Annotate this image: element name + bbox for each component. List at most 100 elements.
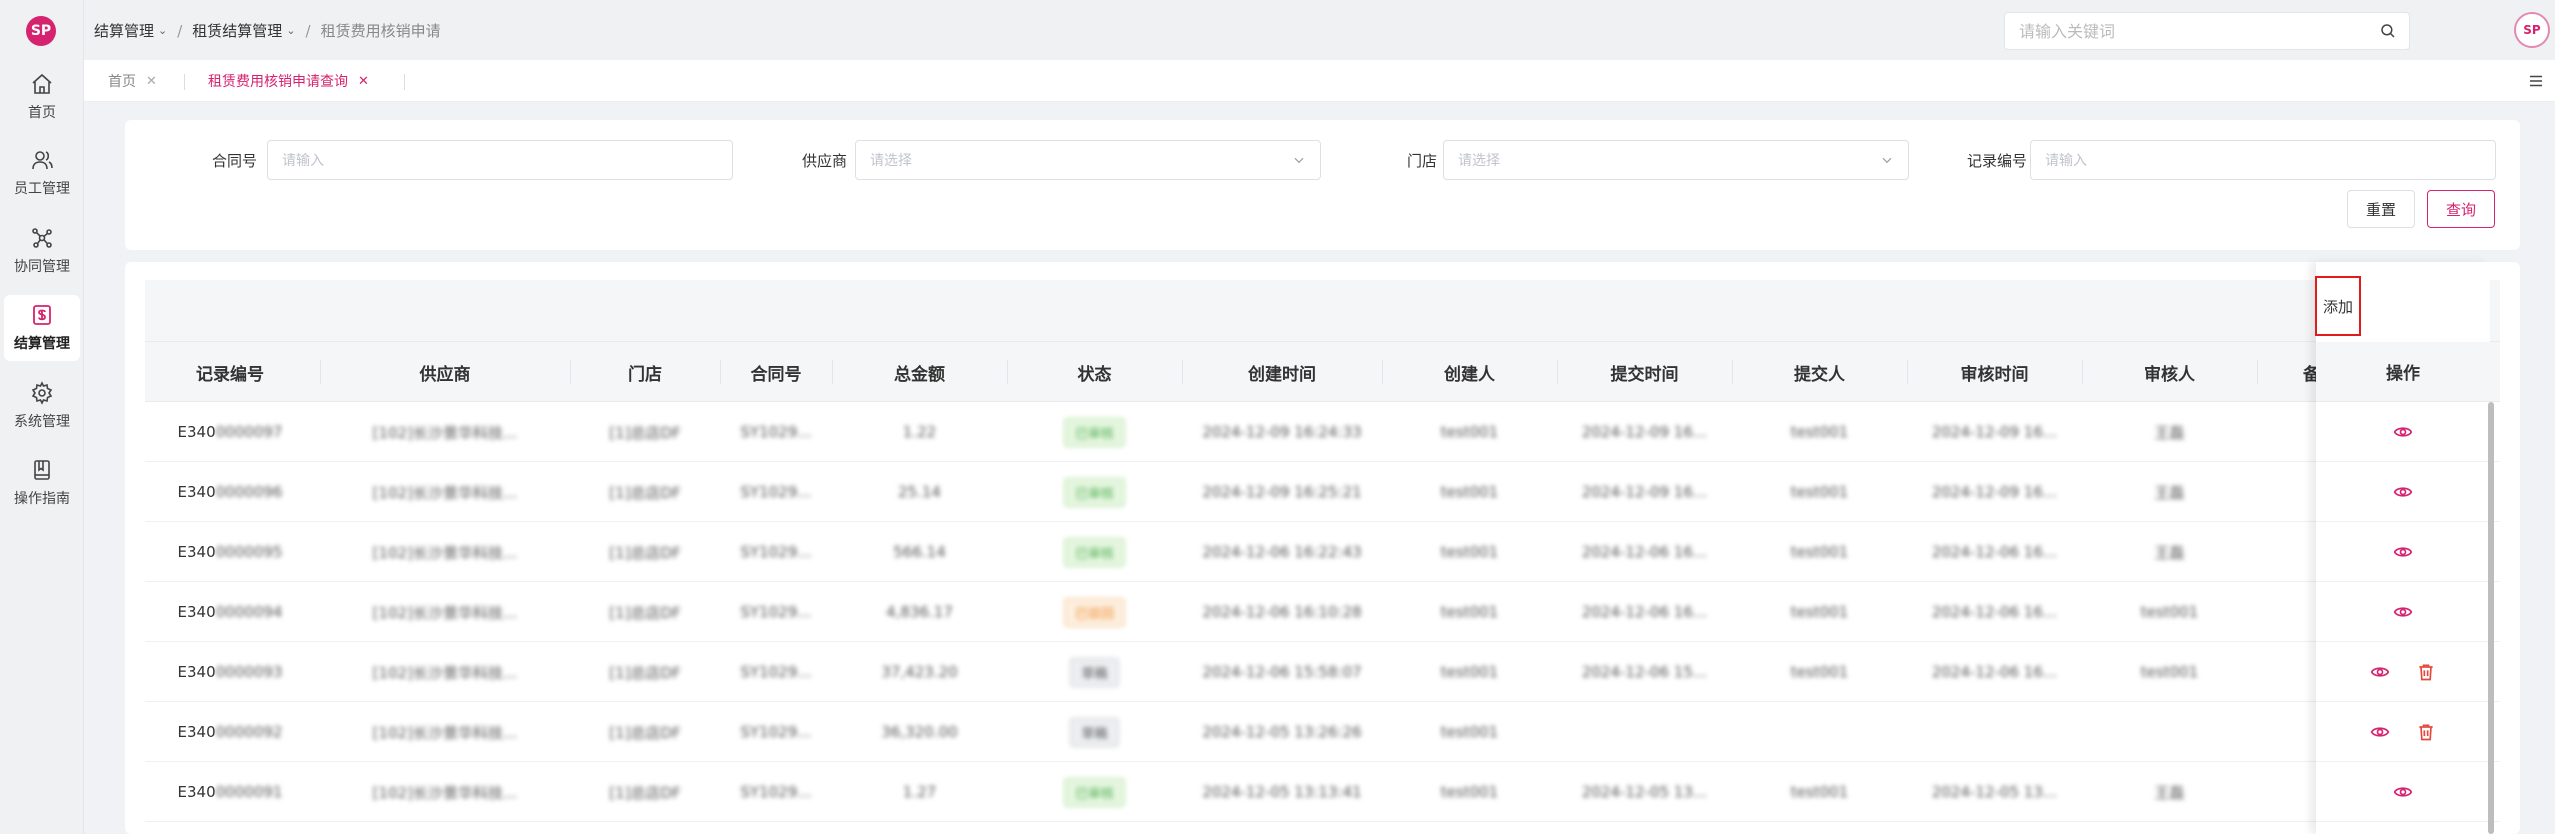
action-row (2316, 762, 2490, 822)
record-code-rest: 0000091 (215, 783, 283, 801)
cell-auditor: 王磊 (2082, 762, 2257, 822)
sidebar-item-label: 系统管理 (14, 414, 70, 430)
tab-lease-writeoff-query[interactable]: 租赁费用核销申请查询 ✕ (208, 72, 369, 91)
column-header[interactable]: 状态 (1007, 342, 1182, 402)
cell-creator-text: test001 (1440, 483, 1499, 501)
cell-created: 2024-12-05 13:26:26 (1182, 702, 1382, 762)
table-row[interactable]: E340 0000093 [102]长沙景华科技... [1]总店DF SY1029..… (145, 642, 2500, 702)
cell-contract-text: SY1029... (740, 543, 812, 561)
cell-amount: 37,423.20 (832, 642, 1007, 702)
cell-creator: test001 (1382, 582, 1557, 642)
table-card: 添加 记录编号 供应商 门店 合同号 总金额 状态 创建时间 创建人 提交时间 … (125, 262, 2520, 834)
query-button[interactable]: 查询 (2427, 190, 2495, 228)
cell-submitted-text: 2024-12-06 16... (1581, 603, 1708, 621)
cell-submitter: test001 (1732, 402, 1907, 462)
cell-submitter: test001 (1732, 582, 1907, 642)
cell-record-code: E340 0000094 (145, 582, 315, 642)
search-input[interactable] (2005, 13, 2335, 49)
chevron-down-icon: ⌄ (286, 24, 296, 37)
sidebar-item-settlement[interactable]: 结算管理 (4, 295, 80, 361)
tab-home[interactable]: 首页 ✕ (108, 72, 157, 91)
column-header[interactable]: 审核人 (2082, 342, 2257, 402)
cell-contract: SY1029... (720, 762, 832, 822)
column-header[interactable]: 审核时间 (1907, 342, 2082, 402)
cell-audited-text: 2024-12-09 16... (1931, 423, 2058, 441)
record-input[interactable]: 请输入 (2030, 140, 2496, 180)
users-icon (32, 151, 53, 170)
column-header[interactable]: 供应商 (320, 342, 570, 402)
tab-divider (184, 74, 185, 90)
search-icon[interactable] (2379, 22, 2397, 40)
tab-divider (404, 74, 405, 90)
view-icon[interactable] (2393, 422, 2413, 442)
cell-store: [1]总店DF (570, 582, 720, 642)
cell-contract: SY1029... (720, 702, 832, 762)
menu-icon[interactable] (2527, 72, 2545, 90)
breadcrumb-item[interactable]: 租赁结算管理 ⌄ (192, 20, 295, 41)
cell-creator-text: test001 (1440, 663, 1499, 681)
reset-button[interactable]: 重置 (2347, 190, 2415, 228)
view-icon[interactable] (2393, 602, 2413, 622)
close-icon[interactable]: ✕ (146, 74, 157, 89)
cell-submitted: 2024-12-06 16... (1557, 522, 1732, 582)
cell-supplier-text: [102]长沙景华科技... (372, 603, 518, 622)
view-icon[interactable] (2393, 542, 2413, 562)
vertical-scrollbar[interactable] (2488, 402, 2494, 834)
column-header[interactable]: 提交时间 (1557, 342, 1732, 402)
cell-contract: SY1029... (720, 462, 832, 522)
record-code-rest: 0000092 (215, 723, 283, 741)
cell-submitted: 2024-12-06 15... (1557, 642, 1732, 702)
sidebar-item-label: 首页 (28, 105, 56, 121)
delete-icon[interactable] (2416, 722, 2436, 742)
avatar[interactable]: SP (2514, 12, 2550, 48)
column-header[interactable]: 创建时间 (1182, 342, 1382, 402)
table-row[interactable]: E340 0000094 [102]长沙景华科技... [1]总店DF SY1029..… (145, 582, 2500, 642)
supplier-select[interactable]: 请选择 (855, 140, 1321, 180)
record-code-prefix: E340 (177, 603, 216, 621)
cell-created-text: 2024-12-09 16:24:33 (1202, 423, 1362, 441)
column-header[interactable]: 总金额 (832, 342, 1007, 402)
contract-input[interactable]: 请输入 (267, 140, 733, 180)
cell-amount: 36,320.00 (832, 702, 1007, 762)
sidebar-item-collab[interactable]: 协同管理 (4, 218, 80, 284)
table-row[interactable]: E340 0000091 [102]长沙景华科技... [1]总店DF SY1029..… (145, 762, 2500, 822)
cell-created-text: 2024-12-05 13:13:41 (1202, 783, 1362, 801)
cell-contract: SY1029... (720, 522, 832, 582)
sidebar-item-employee[interactable]: 员工管理 (4, 140, 80, 206)
column-header[interactable]: 记录编号 (145, 342, 315, 402)
top-header: 结算管理⌄ / 租赁结算管理⌄ / 租赁费用核销申请 SP test001 (84, 0, 2555, 60)
view-icon[interactable] (2393, 482, 2413, 502)
record-code-prefix: E340 (177, 543, 216, 561)
cell-submitter-text: test001 (1790, 543, 1849, 561)
app-logo[interactable]: SP (26, 16, 56, 46)
table-row[interactable]: E340 0000095 [102]长沙景华科技... [1]总店DF SY1029..… (145, 522, 2500, 582)
sidebar-item-system[interactable]: 系统管理 (4, 373, 80, 439)
cell-amount: 1.22 (832, 402, 1007, 462)
cell-amount-text: 566.14 (893, 543, 946, 561)
record-code-prefix: E340 (177, 423, 216, 441)
view-icon[interactable] (2370, 662, 2390, 682)
table-row[interactable]: E340 0000096 [102]长沙景华科技... [1]总店DF SY1029..… (145, 462, 2500, 522)
column-header[interactable]: 合同号 (720, 342, 832, 402)
cell-supplier-text: [102]长沙景华科技... (372, 543, 518, 562)
cell-audited-text: 2024-12-06 16... (1931, 603, 2058, 621)
sidebar-item-guide[interactable]: 操作指南 (4, 450, 80, 516)
breadcrumb-item[interactable]: 结算管理 ⌄ (94, 20, 167, 41)
cell-record-code: E340 0000091 (145, 762, 315, 822)
cell-store-text: [1]总店DF (609, 603, 681, 622)
view-icon[interactable] (2370, 722, 2390, 742)
cell-created-text: 2024-12-06 15:58:07 (1202, 663, 1362, 681)
sidebar-item-home[interactable]: 首页 (4, 64, 80, 130)
delete-icon[interactable] (2416, 662, 2436, 682)
view-icon[interactable] (2393, 782, 2413, 802)
table-row[interactable]: E340 0000097 [102]长沙景华科技... [1]总店DF SY1029..… (145, 402, 2500, 462)
cell-contract: SY1029... (720, 402, 832, 462)
column-header[interactable]: 提交人 (1732, 342, 1907, 402)
column-header[interactable]: 创建人 (1382, 342, 1557, 402)
table-row[interactable]: E340 0000092 [102]长沙景华科技... [1]总店DF SY1029..… (145, 702, 2500, 762)
close-icon[interactable]: ✕ (358, 74, 369, 89)
breadcrumb-separator: / (305, 21, 311, 40)
store-select[interactable]: 请选择 (1443, 140, 1909, 180)
column-header[interactable]: 门店 (570, 342, 720, 402)
add-button[interactable]: 添加 (2315, 276, 2361, 336)
